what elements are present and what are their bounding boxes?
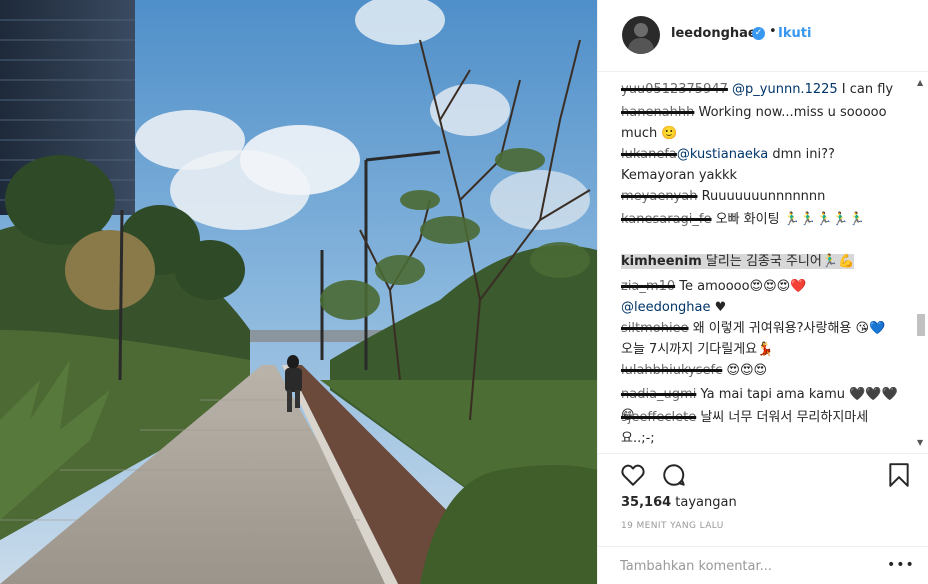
add-comment-bar: •••: [598, 546, 928, 584]
add-comment-input[interactable]: [620, 559, 860, 574]
list-item: yuu0512375947 @p_yunnn.1225 I can fly: [621, 79, 899, 100]
comment-username[interactable]: lulahbhiukysefc: [621, 363, 722, 378]
list-item: zia_m10 Te amoooo😍😍😍❤️ @leedonghae ♥: [621, 276, 899, 318]
follow-button[interactable]: Ikuti: [778, 26, 811, 41]
comment-text: 😍😍😍: [722, 363, 768, 378]
scroll-up-arrow-icon[interactable]: ▲: [917, 78, 923, 87]
park-running-path-image: [0, 0, 597, 584]
comment-username[interactable]: siltmohiee: [621, 321, 689, 336]
comment-text: 오빠 화이팅 🏃‍♂️🏃‍♂️🏃‍♂️🏃‍♂️🏃‍♂️: [711, 212, 865, 227]
list-item: lukanefa@kustianaeka dmn ini?? Kemayoran…: [621, 144, 899, 186]
comment-text: Ruuuuuuunnnnnnn: [697, 189, 826, 204]
comment-username[interactable]: meyaenyah: [621, 189, 697, 204]
comment-username[interactable]: yuu0512375947: [621, 82, 728, 97]
comment-text: ♥: [710, 300, 727, 315]
post-timestamp[interactable]: 19 MENIT YANG LALU: [621, 521, 724, 531]
post-actions: [598, 453, 928, 493]
list-item: kimheenim 달리는 김종국 주니어🏃‍♂️💪: [621, 251, 899, 272]
view-count: 35,164 tayangan: [621, 495, 737, 510]
list-item: hanenahhh Working now...miss u sooooo mu…: [621, 102, 899, 144]
separator-dot: •: [769, 24, 777, 39]
comment-username[interactable]: kanesaragi_fe: [621, 212, 712, 227]
post-sidebar: leedonghae ✓ • Ikuti yuu0512375947 @p_yu…: [597, 0, 928, 584]
comment-mention[interactable]: @leedonghae: [621, 300, 711, 315]
post-author-username[interactable]: leedonghae: [671, 26, 757, 41]
comment-username[interactable]: kimheenim: [621, 254, 702, 269]
list-item: siltmohiee 왜 이렇게 귀여워용?사랑해용 😘💙 오늘 7시까지 기다…: [621, 318, 899, 360]
comment-username[interactable]: zia_m10: [621, 279, 675, 294]
view-count-number: 35,164: [621, 495, 672, 510]
scroll-thumb[interactable]: [917, 314, 925, 336]
list-item: lulahbhiukysefc 😍😍😍: [621, 360, 899, 381]
heart-outline-icon[interactable]: [620, 462, 646, 488]
comment-text: Te amoooo😍😍😍❤️: [675, 279, 807, 294]
list-item: kanesaragi_fe 오빠 화이팅 🏃‍♂️🏃‍♂️🏃‍♂️🏃‍♂️🏃‍♂…: [621, 209, 899, 230]
more-options-icon[interactable]: •••: [887, 557, 915, 573]
scroll-down-arrow-icon[interactable]: ▼: [917, 438, 923, 447]
speech-bubble-icon[interactable]: [661, 462, 687, 488]
post-header: leedonghae ✓ • Ikuti: [598, 0, 928, 72]
comment-mention[interactable]: @kustianaeka: [677, 147, 768, 162]
avatar[interactable]: [622, 16, 660, 54]
avatar-head: [634, 23, 648, 37]
post-photo[interactable]: [0, 0, 597, 584]
comment-text: I can fly: [837, 82, 894, 97]
bookmark-icon[interactable]: [888, 462, 910, 488]
comment-username[interactable]: lukanefa: [621, 147, 677, 162]
verified-badge-icon: ✓: [752, 27, 765, 40]
list-item: sjeeffeclete 날씨 너무 더워서 무리하지마세요..;-;: [621, 407, 899, 449]
comment-list[interactable]: yuu0512375947 @p_yunnn.1225 I can fly ha…: [598, 73, 928, 453]
comment-username[interactable]: hanenahhh: [621, 105, 694, 120]
view-count-label: tayangan: [671, 495, 737, 510]
comment-username[interactable]: sjeeffeclete: [621, 410, 696, 425]
comment-scrollbar[interactable]: ▲ ▼: [915, 78, 927, 450]
list-item: meyaenyah Ruuuuuuunnnnnnn: [621, 186, 899, 207]
avatar-body: [628, 38, 654, 54]
comment-mention[interactable]: @p_yunnn.1225: [732, 82, 838, 97]
comment-text: 달리는 김종국 주니어🏃‍♂️💪: [701, 254, 855, 269]
comment-username[interactable]: nadia_ugmi: [621, 387, 696, 402]
